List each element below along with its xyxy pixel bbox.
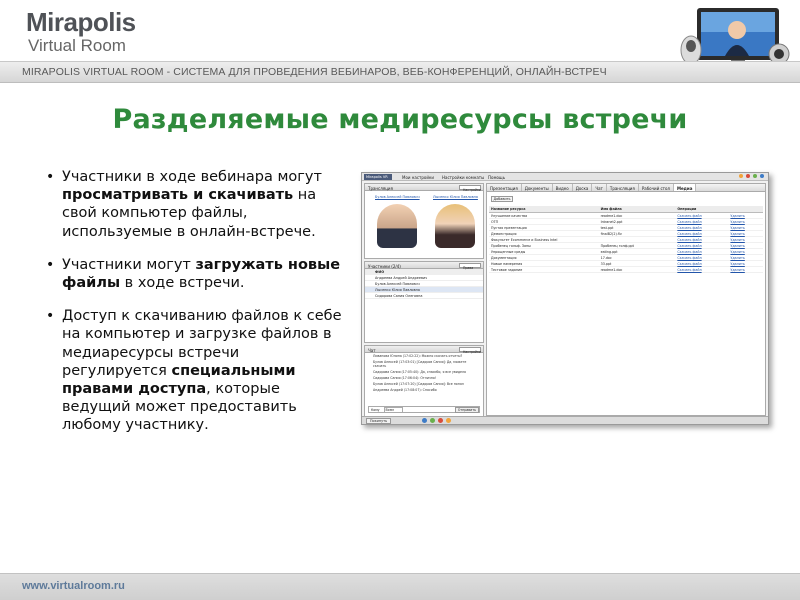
camera-icon[interactable] [430,418,435,423]
bullet-item: Доступ к скачиванию файлов к себе на ком… [44,307,344,434]
brand-subtitle: Virtual Room [28,36,126,55]
tab-broadcast[interactable]: Трансляция [607,184,639,191]
chat-settings-label: Настройки [463,349,482,354]
participants-panel-title: Участники (2/4) [368,263,401,269]
hand-icon[interactable] [446,418,451,423]
status-dot-icon [753,174,757,178]
footer: www.virtualroom.ru [0,573,800,600]
chat-settings-select[interactable]: Настройки [459,347,482,354]
tab-chat[interactable]: Чат [592,184,607,191]
header-tagline: MIRAPOLIS VIRTUAL ROOM - СИСТЕМА ДЛЯ ПРО… [22,66,607,78]
chat-panel-title: Чат [368,347,376,353]
video-tile[interactable]: Лысенко Юлия Павловна [427,195,483,250]
video-tile[interactable]: Булов Алексей Павлович [369,195,425,250]
brand-logo: Mirapolis Virtual Room [26,8,226,60]
bullet-text: в ходе встречи. [120,275,245,292]
tab-bar: Презентация Документы Видео Доска Чат Тр… [487,184,765,192]
participants-rights-select[interactable]: Права [459,263,481,270]
bullet-item: Участники могут загружать новые файлы в … [44,256,344,292]
chat-message: Андреева Андрей (17:08:07): Спасибо [373,388,437,392]
slide-title: Разделяемые медиресурсы встречи [112,104,688,135]
chat-to-label: Кому [371,407,380,412]
bullet-text: Участники могут [62,256,196,273]
footer-url[interactable]: www.virtualroom.ru [22,580,125,592]
video-settings-label: Настройки [463,187,482,192]
chat-to-select[interactable]: Всем [383,406,403,413]
chat-panel: Чат Настройки Ливанова Юлина (17:02:22):… [364,345,484,417]
media-resources-panel: Презентация Документы Видео Доска Чат Тр… [486,183,766,416]
video-panel-header: Трансляция Настройки [365,184,483,192]
participants-panel-header: Участники (2/4) Права [365,262,483,270]
video-tile-caption: Булов Алексей Павлович [375,195,420,199]
tab-media[interactable]: Медиа [673,184,697,191]
video-face [377,204,417,248]
tab-presentation[interactable]: Презентация [487,184,522,191]
header-bar: MIRAPOLIS VIRTUAL ROOM - СИСТЕМА ДЛЯ ПРО… [0,61,800,83]
participant-row[interactable]: Сидорова Сания Олеговна [365,293,483,299]
bullet-bold: просматривать и скачивать [62,187,294,204]
status-dot-icon [760,174,764,178]
app-bottom-bar: Покинуть [362,416,768,424]
status-indicators [739,174,764,178]
tab-desktop[interactable]: Рабочий стол [639,184,674,191]
bullet-list: Участники в ходе вебинара могут просматр… [44,168,344,450]
record-icon[interactable] [438,418,443,423]
add-resource-button[interactable]: Добавить [491,196,513,202]
status-dot-icon [739,174,743,178]
media-row[interactable]: Тестовое задание readme1.doc Скачать файл У… [489,266,763,273]
resource-name: Тестовое задание [489,266,599,273]
media-table-body: Улучшение качества readme1.doc Скачать фай… [489,212,763,273]
bullet-item: Участники в ходе вебинара могут просматр… [44,168,344,241]
delete-link[interactable]: Удалить [728,266,763,273]
file-name: readme1.doc [598,266,676,273]
mic-icon[interactable] [422,418,427,423]
tab-whiteboard[interactable]: Доска [573,184,593,191]
app-screenshot: Mirapolis VR Мои настройки Настройки ком… [361,172,769,425]
app-menu-bar: Mirapolis VR Мои настройки Настройки ком… [362,173,768,181]
media-table: Название ресурса Имя файла Операции Улуч… [489,206,763,273]
menu-item[interactable]: Мои настройки [402,175,434,180]
video-face [435,204,475,248]
brand-name: Mirapolis [26,7,136,37]
chat-send-button[interactable]: Отправить [454,406,479,413]
tab-documents[interactable]: Документы [522,184,553,191]
video-panel-title: Трансляция [368,185,393,191]
app-logo: Mirapolis VR [364,174,392,180]
slide: Mirapolis Virtual Room MIRAPOLIS VIRTUAL… [0,0,800,600]
video-settings-select[interactable]: Настройки [459,185,482,192]
video-tile-caption: Лысенко Юлия Павловна [433,195,478,199]
chat-panel-header: Чат Настройки [365,346,483,354]
menu-item[interactable]: Настройки комнаты [442,175,484,180]
leave-button[interactable]: Покинуть [366,418,392,424]
bullet-text: Участники в ходе вебинара могут [62,169,322,185]
participants-rights-label: Права [463,265,474,270]
download-link[interactable]: Скачать файл [675,266,729,273]
tab-video[interactable]: Видео [553,184,573,191]
video-panel: Трансляция Настройки Булов Алексей Павло… [364,183,484,259]
status-dot-icon [746,174,750,178]
chat-message: Булов Алексей (17:03:01) [Сидоров Сания]… [373,360,467,368]
menu-item[interactable]: Помощь [488,175,505,180]
participants-panel: Участники (2/4) Права ФИО Андреева Андре… [364,261,484,343]
chat-input[interactable]: Кому Всем Отправить [368,406,480,413]
